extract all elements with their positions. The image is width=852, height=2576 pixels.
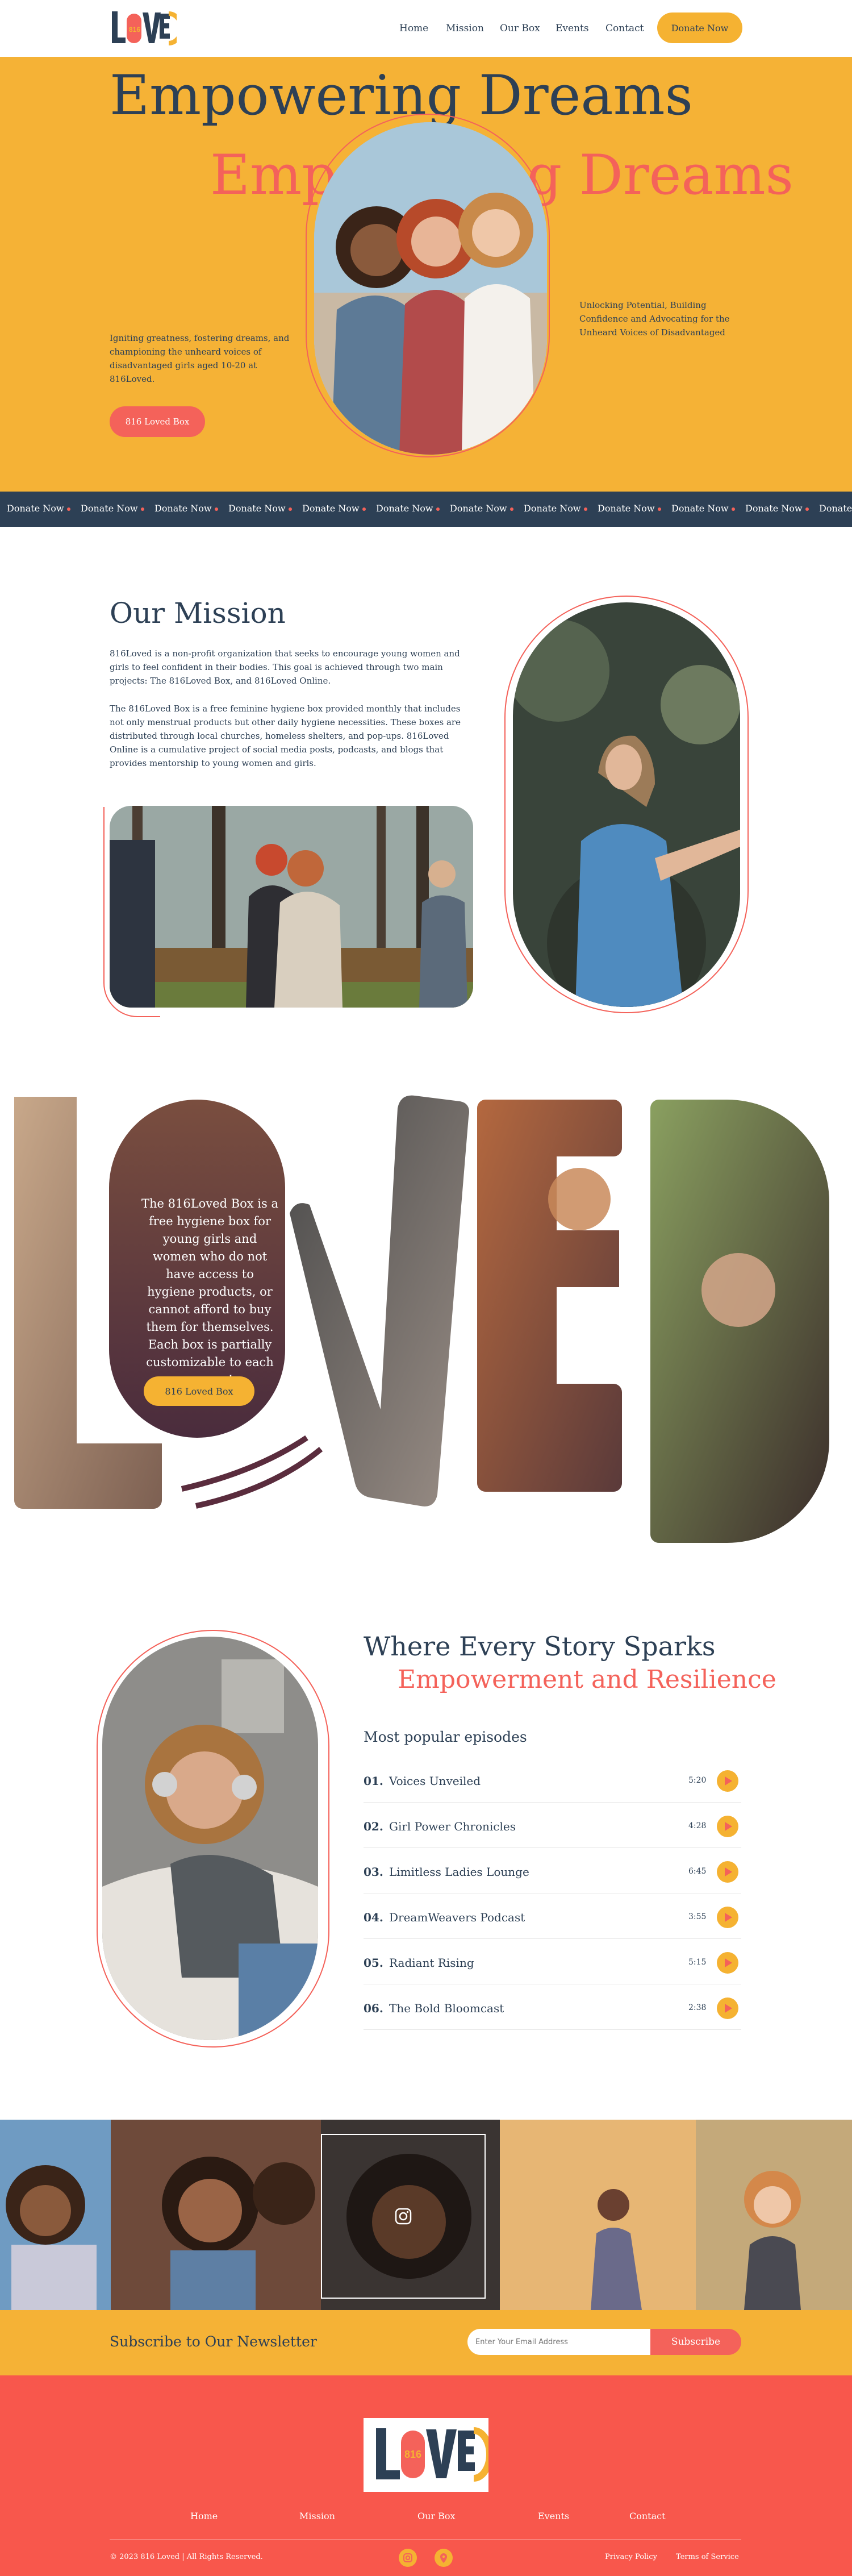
play-icon[interactable] — [717, 1816, 738, 1837]
episode-duration: 3:55 — [688, 1912, 707, 1921]
podcast-subtitle: Most popular episodes — [364, 1729, 527, 1745]
play-icon[interactable] — [717, 1907, 738, 1928]
ticker-donate-item[interactable]: Donate Now — [7, 503, 64, 514]
episode-number: 06. — [364, 2001, 383, 2015]
ticker-separator-dot — [732, 507, 735, 511]
episode-row[interactable]: 02. Girl Power Chronicles 4:28 — [364, 1803, 741, 1848]
mission-photo-girl-forest — [513, 602, 740, 1007]
svg-text:816: 816 — [129, 26, 140, 34]
ticker-donate-item[interactable]: Donate Now — [376, 503, 433, 514]
ticker-separator-dot — [215, 507, 218, 511]
footer-nav-mission[interactable]: Mission — [299, 2511, 335, 2521]
episode-row[interactable]: 04. DreamWeavers Podcast 3:55 — [364, 1893, 741, 1939]
ticker-donate-item[interactable]: Donate Now — [302, 503, 360, 514]
episode-title: Girl Power Chronicles — [389, 1820, 516, 1833]
hero-description: Igniting greatness, fostering dreams, an… — [110, 333, 290, 384]
mission-title: Our Mission — [110, 597, 286, 630]
ticker-separator-dot — [436, 507, 440, 511]
episode-row[interactable]: 01. Voices Unveiled 5:20 — [364, 1757, 741, 1803]
ticker-donate-item[interactable]: Donate Now — [598, 503, 655, 514]
header-donate-button[interactable]: Donate Now — [657, 13, 742, 43]
episode-row[interactable]: 05. Radiant Rising 5:15 — [364, 1939, 741, 1984]
hero-photo-girls — [314, 122, 547, 455]
footer-instagram-button[interactable] — [399, 2549, 417, 2567]
footer-terms-link[interactable]: Terms of Service — [676, 2553, 739, 2561]
episode-title: Limitless Ladies Lounge — [389, 1865, 529, 1879]
podcast-title: Where Every Story Sparks — [364, 1631, 716, 1662]
loved-letters-graphic — [14, 1095, 829, 1543]
donate-ticker[interactable]: Donate Now Donate Now Donate Now Donate Now… — [0, 492, 852, 527]
ticker-separator-dot — [141, 507, 144, 511]
ticker-donate-item[interactable]: Donate Now — [450, 503, 507, 514]
loved-box-button[interactable]: 816 Loved Box — [144, 1376, 254, 1406]
podcast-photo-girl-headphones — [102, 1637, 318, 2040]
ticker-separator-dot — [584, 507, 587, 511]
ticker-separator-dot — [289, 507, 292, 511]
forest-group-photo — [110, 806, 473, 1008]
ticker-separator-dot — [362, 507, 366, 511]
footer-divider — [110, 2539, 741, 2540]
episode-number: 01. — [364, 1774, 383, 1788]
nav-home[interactable]: Home — [399, 23, 428, 34]
footer-nav-contact[interactable]: Contact — [629, 2511, 666, 2521]
footer-copyright: © 2023 816 Loved | All Rights Reserved. — [110, 2553, 263, 2561]
ticker-donate-item[interactable]: Donate Now — [745, 503, 803, 514]
play-icon[interactable] — [717, 1997, 738, 2019]
ticker-donate-item[interactable]: Donate Now — [154, 503, 212, 514]
newsletter-email-input[interactable] — [467, 2329, 650, 2355]
footer-privacy-link[interactable]: Privacy Policy — [605, 2553, 657, 2561]
play-icon[interactable] — [717, 1770, 738, 1792]
ticker-donate-item[interactable]: Donate Now — [81, 503, 138, 514]
ticker-separator-dot — [67, 507, 70, 511]
episode-number: 03. — [364, 1865, 383, 1879]
newsletter-subscribe-button[interactable]: Subscribe — [650, 2329, 741, 2355]
episode-number: 05. — [364, 1956, 383, 1970]
episode-row[interactable]: 06. The Bold Bloomcast 2:38 — [364, 1984, 741, 2030]
podcast-title-accent: Empowerment and Resilience — [398, 1665, 776, 1694]
hero-tagline: Unlocking Potential, Building Confidence… — [579, 300, 730, 338]
play-icon[interactable] — [717, 1952, 738, 1974]
ticker-donate-item[interactable]: Donate Now — [819, 503, 852, 514]
episode-duration: 4:28 — [688, 1821, 707, 1830]
instagram-icon — [403, 2553, 412, 2562]
footer-nav-home[interactable]: Home — [190, 2511, 218, 2521]
nav-mission[interactable]: Mission — [446, 23, 484, 34]
mission-paragraph-2: The 816Loved Box is a free feminine hygi… — [110, 704, 461, 768]
episode-number: 04. — [364, 1911, 383, 1924]
ticker-separator-dot — [805, 507, 809, 511]
loved-box-description: The 816Loved Box is a free hygiene box f… — [141, 1197, 278, 1387]
episode-title: DreamWeavers Podcast — [389, 1911, 525, 1924]
ticker-donate-item[interactable]: Donate Now — [228, 503, 286, 514]
footer-location-button[interactable] — [435, 2549, 453, 2567]
episode-duration: 2:38 — [688, 2003, 707, 2012]
play-icon[interactable] — [717, 1861, 738, 1883]
instagram-icon[interactable] — [394, 2207, 412, 2225]
nav-our-box[interactable]: Our Box — [500, 23, 540, 34]
ticker-separator-dot — [510, 507, 513, 511]
nav-events[interactable]: Events — [556, 23, 589, 34]
svg-text:816: 816 — [404, 2449, 421, 2460]
mission-paragraph-1: 816Loved is a non-profit organization th… — [110, 648, 460, 686]
episode-title: Voices Unveiled — [389, 1774, 481, 1788]
ticker-separator-dot — [658, 507, 661, 511]
map-pin-icon — [440, 2553, 447, 2563]
nav-contact[interactable]: Contact — [605, 23, 644, 34]
episode-duration: 5:20 — [688, 1776, 707, 1785]
episode-title: Radiant Rising — [389, 1956, 474, 1970]
episode-duration: 5:15 — [688, 1958, 707, 1967]
footer-logo[interactable]: 816 — [364, 2418, 493, 2492]
footer-nav-events[interactable]: Events — [538, 2511, 569, 2521]
episode-row[interactable]: 03. Limitless Ladies Lounge 6:45 — [364, 1848, 741, 1893]
episode-duration: 6:45 — [688, 1867, 707, 1876]
footer-nav-our-box[interactable]: Our Box — [417, 2511, 456, 2521]
episode-title: The Bold Bloomcast — [389, 2001, 504, 2015]
hero-loved-box-button[interactable]: 816 Loved Box — [110, 406, 205, 437]
episode-number: 02. — [364, 1820, 383, 1833]
ticker-donate-item[interactable]: Donate Now — [524, 503, 581, 514]
site-logo[interactable]: 816 — [110, 8, 177, 48]
ticker-donate-item[interactable]: Donate Now — [671, 503, 729, 514]
newsletter-title: Subscribe to Our Newsletter — [110, 2333, 317, 2350]
